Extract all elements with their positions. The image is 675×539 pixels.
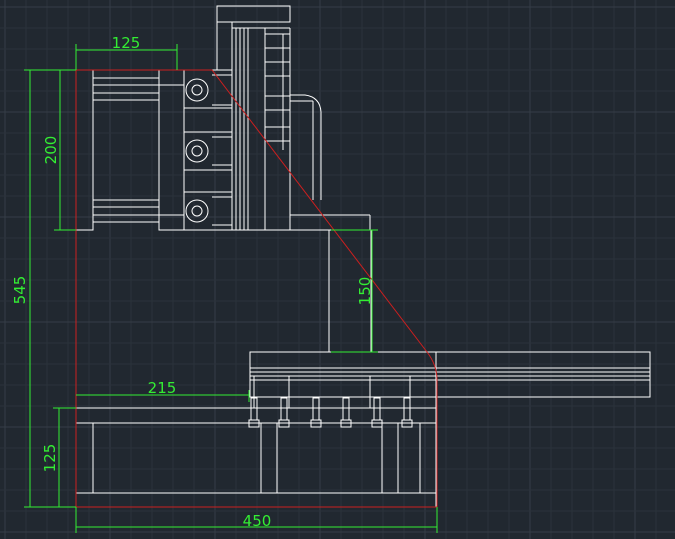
dim-label-column-height: 150 bbox=[356, 277, 374, 306]
dim-label-overall-width: 450 bbox=[243, 512, 272, 530]
dim-label-top-width: 125 bbox=[112, 34, 141, 52]
dim-label-overall-height: 545 bbox=[11, 276, 29, 305]
dim-label-base-offset: 215 bbox=[148, 379, 177, 397]
drawing-background bbox=[0, 0, 675, 539]
cad-drawing-canvas[interactable]: 125 200 545 150 215 125 450 bbox=[0, 0, 675, 539]
dim-label-base-height: 125 bbox=[41, 444, 59, 473]
dim-label-side-height: 200 bbox=[42, 136, 60, 165]
